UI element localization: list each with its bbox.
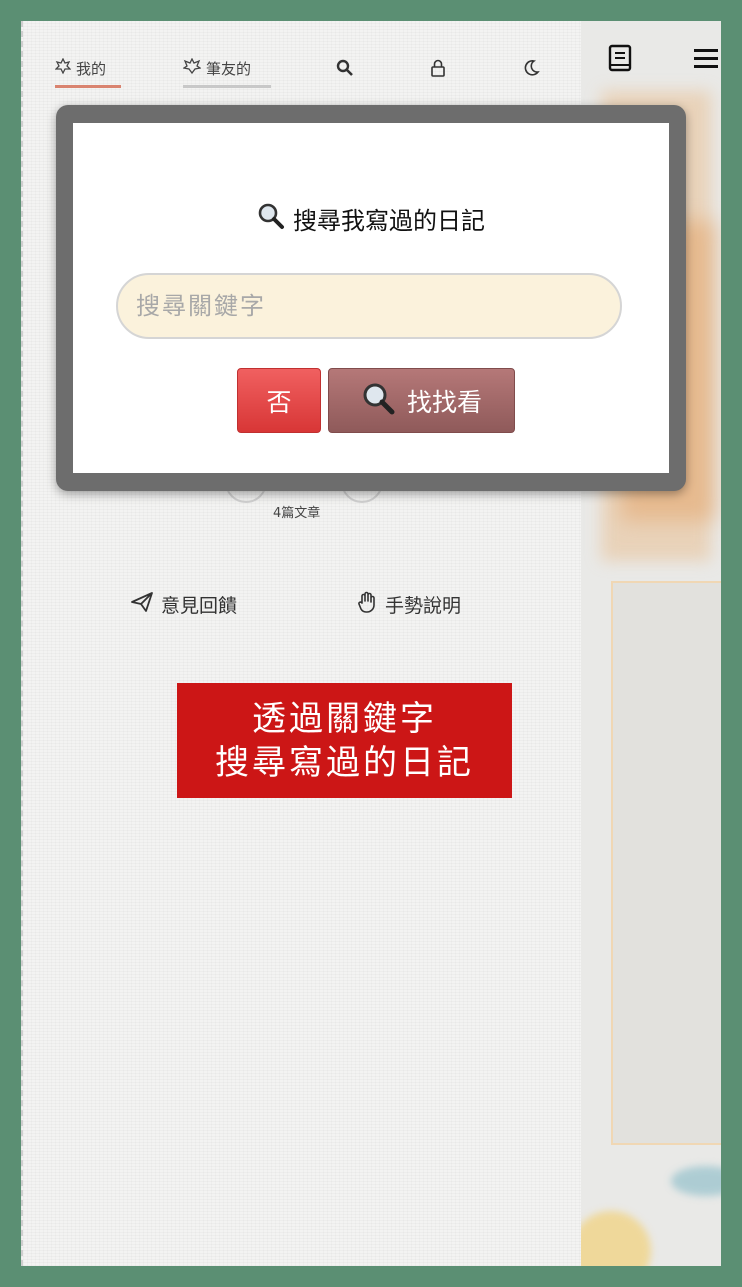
dialog-title: 搜尋我寫過的日記 (73, 201, 669, 236)
gestures-link[interactable]: 手勢說明 (357, 591, 461, 618)
magnifier-icon (361, 381, 395, 421)
no-button[interactable]: 否 (237, 368, 321, 433)
gestures-label: 手勢說明 (385, 595, 462, 617)
tab-friends[interactable]: 筆友的 (182, 55, 271, 88)
feedback-label: 意見回饋 (161, 595, 238, 617)
feedback-link[interactable]: 意見回饋 (131, 591, 237, 618)
tab-friends-label: 筆友的 (206, 59, 252, 78)
tab-mine[interactable]: 我的 (54, 55, 121, 88)
banner-line-1: 透過關鍵字 (252, 698, 437, 739)
find-button[interactable]: 找找看 (328, 368, 515, 433)
promo-banner: 透過關鍵字 搜尋寫過的日記 (177, 683, 512, 798)
search-input[interactable] (116, 273, 622, 339)
leaf-icon (54, 57, 72, 78)
lock-icon[interactable] (427, 57, 449, 79)
maple-leaf-icon (182, 57, 202, 78)
tab-bar: 我的 筆友的 (23, 21, 583, 111)
find-button-label: 找找看 (406, 387, 482, 417)
hand-icon (357, 591, 377, 618)
book-icon[interactable] (605, 43, 635, 73)
magnifier-icon (257, 202, 285, 236)
moon-icon[interactable] (520, 57, 542, 79)
search-dialog: 搜尋我寫過的日記 否 找找看 (73, 123, 669, 473)
article-count: 4篇文章 (273, 506, 321, 521)
dialog-title-text: 搜尋我寫過的日記 (293, 207, 485, 235)
menu-icon[interactable] (691, 43, 721, 73)
paper-plane-icon (131, 592, 153, 617)
search-icon[interactable] (334, 57, 356, 79)
banner-line-2: 搜尋寫過的日記 (215, 742, 474, 783)
tab-mine-label: 我的 (76, 59, 107, 78)
app-frame: 我的 筆友的 9. 9. 攝 8. (21, 21, 721, 1266)
